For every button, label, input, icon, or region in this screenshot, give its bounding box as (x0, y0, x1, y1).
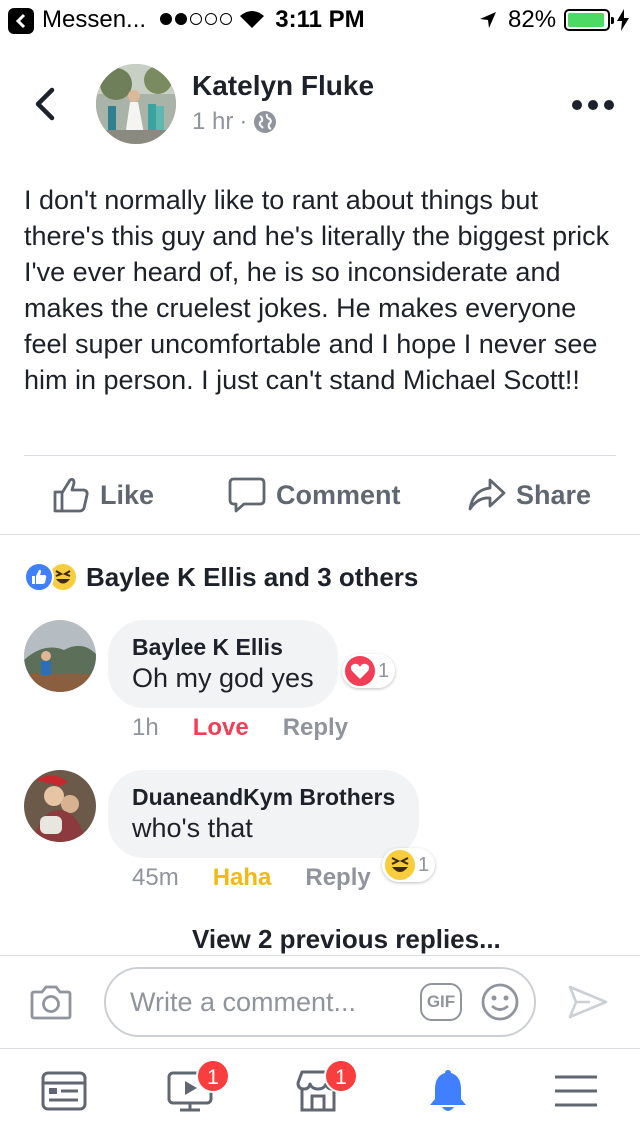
news-feed-icon (41, 1071, 87, 1111)
reaction-count: 1 (418, 853, 430, 876)
hamburger-menu-icon (555, 1075, 597, 1107)
bell-icon (430, 1070, 466, 1111)
commenter-avatar[interactable] (24, 770, 96, 842)
post-header: Katelyn Fluke 1 hr · (0, 56, 640, 156)
comment-reaction-badge[interactable]: 1 (342, 654, 396, 688)
divider (24, 455, 616, 456)
gif-button[interactable]: GIF (420, 983, 462, 1021)
meta-separator: · (239, 108, 248, 135)
reaction-count: 1 (378, 659, 390, 682)
reply-link[interactable]: Reply (305, 864, 370, 892)
thumbs-up-icon (53, 478, 89, 513)
love-reaction-icon (345, 656, 375, 686)
comment-composer: Write a comment... GIF (0, 955, 640, 1047)
battery-percentage: 82% (508, 6, 557, 33)
comment-time: 1h (132, 714, 159, 741)
like-label: Like (100, 479, 155, 510)
post-actions: Like Comment Share (0, 466, 640, 526)
like-reaction-icon (24, 562, 54, 592)
post-meta: 1 hr · (192, 108, 277, 136)
tab-watch[interactable]: 1 (166, 1059, 230, 1120)
tab-notifications[interactable] (424, 1067, 472, 1120)
status-bar: Messen... 3:11 PM 82% (0, 0, 640, 40)
author-name[interactable]: Katelyn Fluke (192, 70, 374, 102)
charging-bolt-icon (617, 9, 629, 31)
share-label: Share (516, 479, 592, 510)
more-options-icon[interactable] (572, 100, 614, 110)
notification-badge: 1 (324, 1059, 358, 1093)
battery-icon (564, 9, 614, 31)
comment-bubble[interactable]: DuaneandKym Brothers who's that (108, 770, 420, 858)
comment: DuaneandKym Brothers who's that 1 45m Ha… (24, 770, 624, 900)
location-arrow-icon (480, 12, 496, 28)
share-arrow-icon (468, 478, 506, 511)
comment-bubble[interactable]: Baylee K Ellis Oh my god yes (108, 620, 338, 708)
commenter-name[interactable]: Baylee K Ellis (132, 632, 314, 662)
comment: Baylee K Ellis Oh my god yes 1 1h Love R… (24, 620, 624, 750)
share-button[interactable]: Share (468, 476, 591, 514)
comment-input[interactable]: Write a comment... GIF (104, 967, 536, 1037)
send-icon[interactable] (568, 984, 608, 1020)
reactions-summary-text[interactable]: Baylee K Ellis and 3 others (86, 562, 418, 593)
view-previous-replies-link[interactable]: View 2 previous replies... (192, 924, 501, 955)
comment-text: Oh my god yes (132, 663, 314, 693)
tab-news-feed[interactable] (40, 1067, 88, 1120)
sticker-emoji-icon[interactable] (480, 982, 520, 1022)
reply-link[interactable]: Reply (283, 714, 348, 742)
comment-text: who's that (132, 813, 253, 843)
comment-meta: 1h Love Reply (132, 714, 382, 742)
comment-label: Comment (276, 479, 401, 510)
comment-time: 45m (132, 864, 179, 891)
camera-icon[interactable] (30, 984, 72, 1020)
reaction-haha-link[interactable]: Haha (213, 864, 272, 892)
commenter-avatar[interactable] (24, 620, 96, 692)
commenter-name[interactable]: DuaneandKym Brothers (132, 782, 395, 812)
comment-input-placeholder: Write a comment... (130, 987, 357, 1017)
globe-icon (254, 111, 277, 133)
post-time[interactable]: 1 hr (192, 108, 233, 136)
reaction-love-link[interactable]: Love (193, 714, 249, 742)
notification-badge: 1 (196, 1059, 230, 1093)
like-button[interactable]: Like (52, 476, 154, 514)
back-arrow-icon[interactable] (30, 86, 60, 122)
reactions-summary[interactable]: Baylee K Ellis and 3 others (24, 560, 418, 594)
divider (0, 534, 640, 535)
comment-meta: 45m Haha Reply (132, 864, 405, 892)
tab-menu[interactable] (552, 1067, 600, 1120)
tab-marketplace[interactable]: 1 (294, 1059, 358, 1120)
comment-bubble-icon (228, 477, 266, 513)
post-text: I don't normally like to rant about thin… (24, 185, 610, 395)
author-avatar[interactable] (96, 64, 176, 144)
bottom-tab-bar: 1 1 (0, 1048, 640, 1136)
